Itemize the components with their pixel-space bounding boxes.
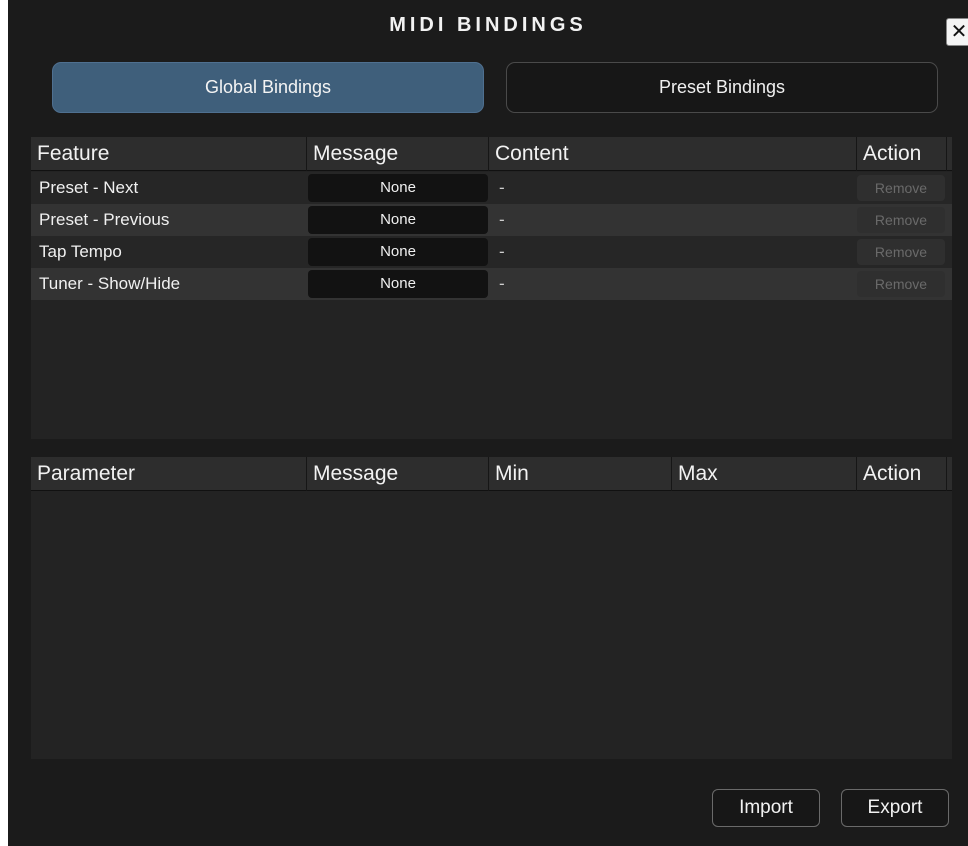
close-icon: ✕ xyxy=(950,21,968,43)
message-selector[interactable]: None xyxy=(308,206,488,234)
feature-name: Preset - Previous xyxy=(39,210,170,229)
table-row[interactable]: Tuner - Show/Hide None - Remove xyxy=(31,268,952,300)
midi-bindings-dialog: MIDI BINDINGS ✕ Global Bindings Preset B… xyxy=(8,0,968,846)
content-value: - xyxy=(499,242,505,261)
import-button[interactable]: Import xyxy=(712,789,820,827)
column-header-min[interactable]: Min xyxy=(489,457,672,491)
message-selector[interactable]: None xyxy=(308,174,488,202)
remove-button[interactable]: Remove xyxy=(857,207,945,233)
content-value: - xyxy=(499,178,505,197)
feature-name: Preset - Next xyxy=(39,178,139,197)
column-header-action[interactable]: Action xyxy=(857,137,947,171)
parameter-table-header: Parameter Message Min Max Action xyxy=(31,457,952,491)
close-button[interactable]: ✕ xyxy=(946,18,968,46)
column-header-message[interactable]: Message xyxy=(307,457,489,491)
column-header-message[interactable]: Message xyxy=(307,137,489,171)
remove-button[interactable]: Remove xyxy=(857,239,945,265)
feature-table-header: Feature Message Content Action xyxy=(31,137,952,171)
column-header-parameter[interactable]: Parameter xyxy=(31,457,307,491)
table-row[interactable]: Preset - Next None - Remove xyxy=(31,172,952,204)
tab-global-bindings[interactable]: Global Bindings xyxy=(52,62,484,113)
content-value: - xyxy=(499,210,505,229)
parameter-bindings-table: Parameter Message Min Max Action xyxy=(31,457,952,759)
export-button[interactable]: Export xyxy=(841,789,949,827)
feature-name: Tuner - Show/Hide xyxy=(39,274,181,293)
remove-button[interactable]: Remove xyxy=(857,175,945,201)
remove-button[interactable]: Remove xyxy=(857,271,945,297)
feature-bindings-table: Feature Message Content Action Preset - … xyxy=(31,137,952,439)
table-row[interactable]: Tap Tempo None - Remove xyxy=(31,236,952,268)
column-header-feature[interactable]: Feature xyxy=(31,137,307,171)
column-header-action[interactable]: Action xyxy=(857,457,947,491)
table-row[interactable]: Preset - Previous None - Remove xyxy=(31,204,952,236)
tab-preset-bindings[interactable]: Preset Bindings xyxy=(506,62,938,113)
dialog-title: MIDI BINDINGS xyxy=(389,14,587,36)
message-selector[interactable]: None xyxy=(308,270,488,298)
column-header-max[interactable]: Max xyxy=(672,457,857,491)
feature-name: Tap Tempo xyxy=(39,242,122,261)
message-selector[interactable]: None xyxy=(308,238,488,266)
content-value: - xyxy=(499,274,505,293)
column-header-content[interactable]: Content xyxy=(489,137,857,171)
